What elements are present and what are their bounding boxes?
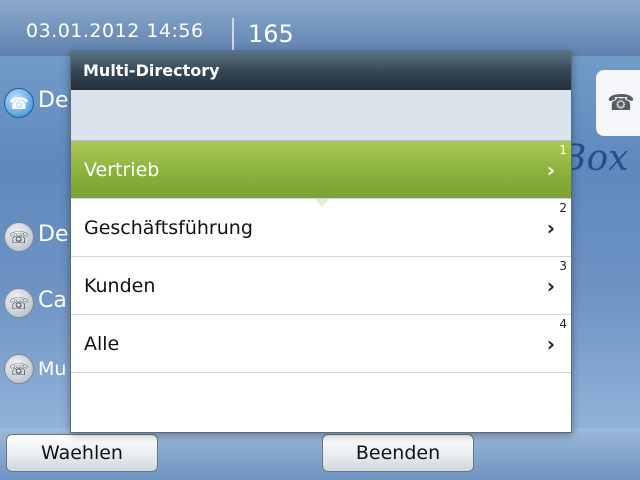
dialog-search-field[interactable] bbox=[71, 90, 571, 141]
hangup-side-button[interactable]: ☎ bbox=[596, 70, 640, 136]
menu-item-label: Kunden bbox=[84, 274, 156, 297]
menu-item-label: Alle bbox=[84, 332, 120, 355]
menu-item-number: 4 bbox=[559, 317, 567, 331]
menu-item-label: Geschäftsführung bbox=[84, 216, 253, 239]
chevron-right-icon: › bbox=[546, 158, 555, 182]
background-row-text: De bbox=[38, 222, 69, 247]
menu-item-geschaeftsfuehrung[interactable]: Geschäftsführung 2 › bbox=[71, 199, 571, 257]
phone-hangup-icon: ☎ bbox=[607, 90, 635, 116]
phone-ring-icon: ☏ bbox=[4, 354, 34, 384]
end-button[interactable]: Beenden bbox=[322, 434, 474, 472]
multi-directory-dialog: Multi-Directory Vertrieb 1 › Geschäftsfü… bbox=[70, 51, 572, 433]
menu-item-kunden[interactable]: Kunden 3 › bbox=[71, 257, 571, 315]
menu-item-number: 2 bbox=[559, 201, 567, 215]
background-row-text: Mu bbox=[38, 358, 67, 380]
dialog-title: Multi-Directory bbox=[71, 52, 571, 90]
chevron-right-icon: › bbox=[546, 332, 555, 356]
extension-number: 165 bbox=[248, 20, 294, 48]
phone-ring-icon: ☏ bbox=[4, 288, 34, 318]
menu-item-number: 1 bbox=[559, 143, 567, 157]
selection-pointer-icon bbox=[315, 199, 329, 207]
background-row-text: De bbox=[38, 88, 69, 113]
menu-item-vertrieb[interactable]: Vertrieb 1 › bbox=[71, 141, 571, 199]
menu-item-number: 3 bbox=[559, 259, 567, 273]
phone-hangup-icon: ☎ bbox=[4, 88, 34, 118]
background-row-text: Ca bbox=[38, 288, 67, 313]
chevron-right-icon: › bbox=[546, 274, 555, 298]
phone-ring-icon: ☏ bbox=[4, 222, 34, 252]
status-bar: 03.01.2012 14:56 165 bbox=[0, 0, 640, 56]
dial-button[interactable]: Waehlen bbox=[6, 434, 158, 472]
menu-item-label: Vertrieb bbox=[84, 158, 160, 181]
datetime-display: 03.01.2012 14:56 bbox=[26, 20, 204, 42]
chevron-right-icon: › bbox=[546, 216, 555, 240]
menu-item-alle[interactable]: Alle 4 › bbox=[71, 315, 571, 373]
status-divider bbox=[232, 18, 234, 50]
